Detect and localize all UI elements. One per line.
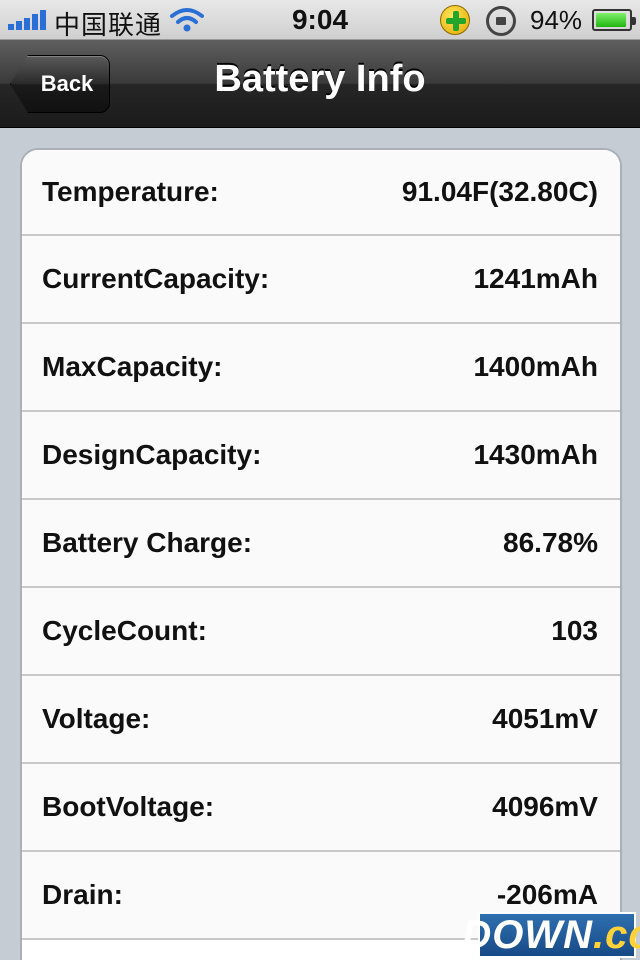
row-label: MaxCapacity: — [42, 351, 223, 382]
table-row: Temperature: 91.04F(32.80C) — [22, 150, 620, 236]
table-row: CurrentCapacity: 1241mAh — [22, 236, 620, 324]
table-row: MaxCapacity: 1400mAh — [22, 324, 620, 412]
battery-info-table: Temperature: 91.04F(32.80C) CurrentCapacit… — [20, 148, 622, 960]
row-value: 4096mV — [492, 791, 598, 822]
row-value: 1400mAh — [473, 351, 598, 382]
row-value: 86.78% — [503, 527, 598, 558]
page-title: Battery Info — [214, 58, 426, 100]
row-value: 4051mV — [492, 703, 598, 734]
status-bar: 中国联通 9:04 94% — [0, 0, 640, 40]
table-row: DesignCapacity: 1430mAh — [22, 412, 620, 500]
row-label: Temperature: — [42, 176, 219, 207]
battery-level-fill — [596, 13, 627, 27]
watermark-suffix: .cc — [593, 912, 640, 957]
rotation-lock-icon — [486, 6, 516, 36]
row-value: 1430mAh — [473, 439, 598, 470]
row-value: 103 — [551, 615, 598, 646]
row-label: Battery Charge: — [42, 527, 253, 558]
watermark-logo: DOWN.cc — [462, 912, 640, 958]
row-label: CycleCount: — [42, 615, 207, 646]
table-row: BootVoltage: 4096mV — [22, 764, 620, 852]
watermark-text: DOWN — [462, 912, 594, 957]
app-plus-icon — [440, 5, 470, 35]
row-label: BootVoltage: — [42, 791, 215, 822]
battery-icon — [592, 9, 636, 31]
navigation-bar: Back Battery Info — [0, 40, 640, 128]
row-value: 1241mAh — [473, 263, 598, 294]
row-label: DesignCapacity: — [42, 439, 262, 470]
row-value: -206mA — [496, 879, 598, 910]
row-label: CurrentCapacity: — [42, 263, 270, 294]
table-row: CycleCount: 103 — [22, 588, 620, 676]
row-label: Voltage: — [42, 703, 151, 734]
row-label: Drain: — [42, 879, 123, 910]
row-value: 91.04F(32.80C) — [401, 176, 598, 207]
table-row: Voltage: 4051mV — [22, 676, 620, 764]
table-row: Battery Charge: 86.78% — [22, 500, 620, 588]
battery-percent: 94% — [530, 5, 583, 35]
